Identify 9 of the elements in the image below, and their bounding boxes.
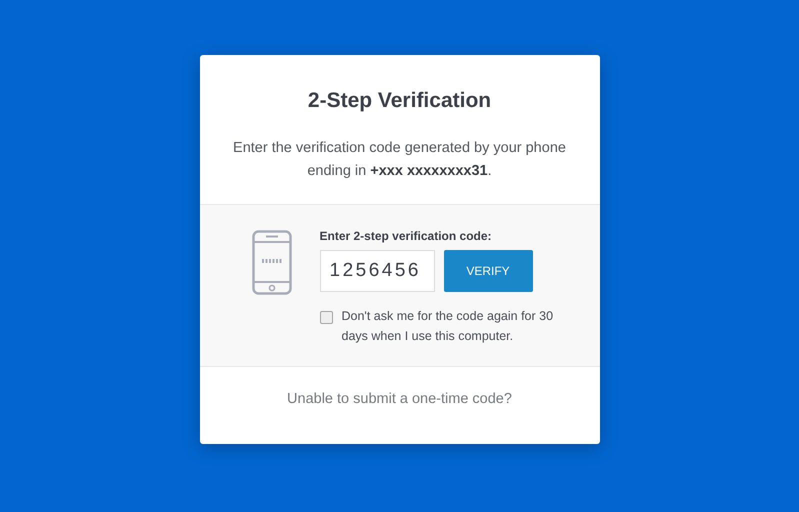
help-link[interactable]: Unable to submit a one-time code? bbox=[287, 391, 512, 409]
remember-checkbox[interactable] bbox=[320, 311, 332, 324]
instructions-text: Enter the verification code generated by your phone ending in +xxx xxxxxxxx31. bbox=[232, 139, 567, 181]
code-input-field[interactable]: 1256456 bbox=[320, 250, 434, 292]
code-label: Enter 2-step verification code: bbox=[320, 229, 493, 243]
remember-label: Don't ask me for the code again for 30 days when I use this computer. bbox=[342, 308, 554, 345]
phone-icon bbox=[252, 230, 292, 295]
page-title: 2-Step Verification bbox=[306, 89, 492, 113]
verify-button[interactable]: VERIFY bbox=[444, 250, 532, 292]
